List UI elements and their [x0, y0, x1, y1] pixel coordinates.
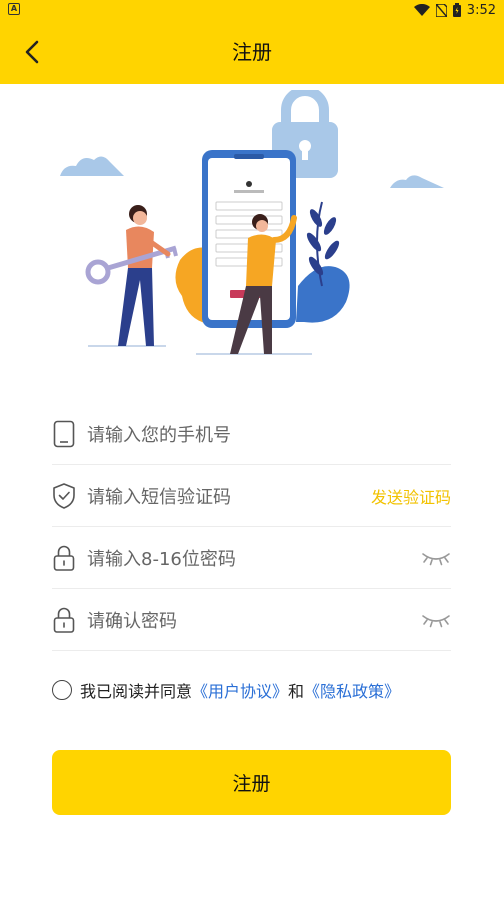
- status-bar: A 3:52: [0, 0, 504, 20]
- agree-radio[interactable]: [52, 680, 72, 700]
- register-illustration: [60, 90, 444, 355]
- sms-code-field[interactable]: 请输入短信验证码 发送验证码: [52, 465, 451, 527]
- user-agreement-link[interactable]: 《用户协议》: [192, 678, 288, 702]
- shield-check-icon: [52, 482, 76, 510]
- sms-code-input[interactable]: 请输入短信验证码: [87, 483, 231, 509]
- phone-icon: [52, 420, 76, 448]
- status-icons: 3:52: [413, 1, 496, 19]
- confirm-password-field[interactable]: 请确认密码: [52, 589, 451, 651]
- phone-input[interactable]: 请输入您的手机号: [87, 421, 231, 447]
- password-field[interactable]: 请输入8-16位密码: [52, 527, 451, 589]
- agreement-prefix: 我已阅读并同意: [80, 682, 193, 701]
- lock-icon: [52, 606, 76, 634]
- confirm-password-input[interactable]: 请确认密码: [87, 607, 177, 633]
- agreement-row: 我已阅读并同意 《用户协议》 和 《隐私政策》: [52, 676, 400, 704]
- privacy-policy-link[interactable]: 《隐私政策》: [304, 678, 400, 702]
- send-code-button[interactable]: 发送验证码: [371, 484, 451, 508]
- status-time: 3:52: [466, 2, 496, 18]
- battery-icon: [452, 3, 461, 17]
- status-app-badge: A: [8, 3, 20, 15]
- eye-closed-icon[interactable]: [421, 611, 451, 629]
- agreement-conjunction: 和: [288, 682, 305, 701]
- password-input[interactable]: 请输入8-16位密码: [87, 545, 236, 571]
- page-title: 注册: [232, 40, 272, 64]
- eye-closed-icon[interactable]: [421, 549, 451, 567]
- phone-field[interactable]: 请输入您的手机号: [52, 403, 451, 465]
- no-sim-icon: [435, 3, 447, 17]
- lock-icon: [52, 544, 76, 572]
- wifi-icon: [413, 4, 430, 16]
- app-bar: 注册: [0, 20, 504, 84]
- register-button[interactable]: 注册: [52, 750, 451, 815]
